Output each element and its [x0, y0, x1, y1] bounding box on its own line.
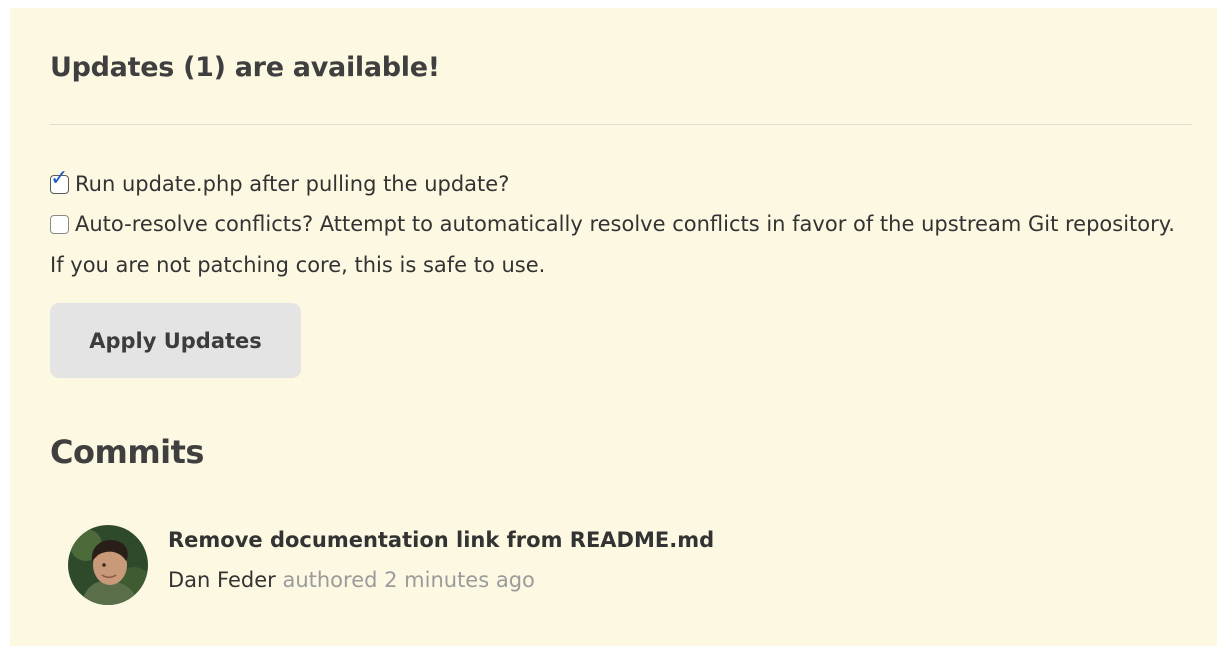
commit-author[interactable]: Dan Feder — [168, 568, 276, 592]
run-update-label: Run update.php after pulling the update? — [75, 172, 510, 196]
user-avatar-icon — [68, 525, 148, 605]
apply-updates-button[interactable]: Apply Updates — [50, 303, 301, 378]
check-icon: ✓ — [50, 166, 69, 191]
commit-meta: Dan Feder authored 2 minutes ago — [168, 568, 535, 592]
run-update-checkbox[interactable]: ✓ — [50, 168, 69, 194]
commits-heading: Commits — [50, 433, 204, 471]
auto-resolve-label: Auto-resolve conflicts? Attempt to autom… — [50, 212, 1175, 277]
auto-resolve-option[interactable]: Auto-resolve conflicts? Attempt to autom… — [50, 204, 1190, 286]
divider — [50, 124, 1192, 125]
updates-panel: Updates (1) are available! ✓ Run update.p… — [10, 8, 1217, 646]
commit-time: authored 2 minutes ago — [282, 568, 535, 592]
run-update-option[interactable]: ✓ Run update.php after pulling the update… — [50, 164, 1190, 205]
updates-heading: Updates (1) are available! — [50, 52, 440, 83]
auto-resolve-checkbox[interactable] — [50, 215, 69, 234]
commit-title[interactable]: Remove documentation link from README.md — [168, 528, 714, 552]
